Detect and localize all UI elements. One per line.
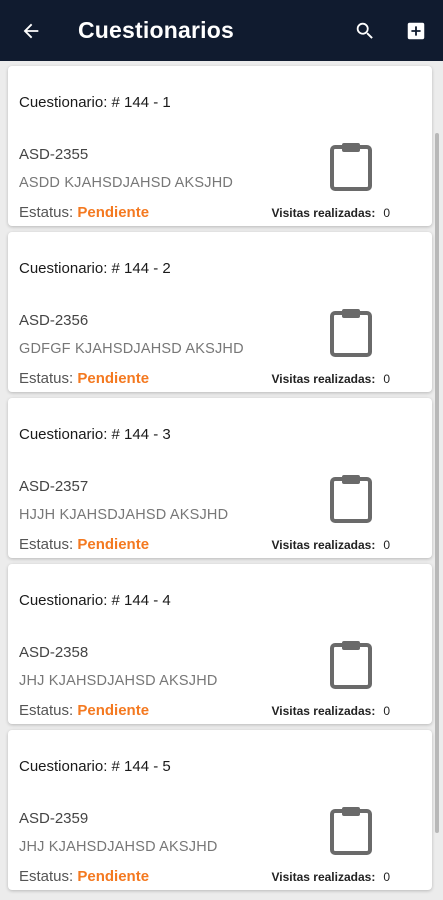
card-title: Cuestionario: # 144 - 3 [19, 426, 171, 443]
card-code: ASD-2358 [19, 644, 89, 661]
card-code: ASD-2359 [19, 810, 89, 827]
card-title: Cuestionario: # 144 - 5 [19, 758, 171, 775]
card-description: GDFGF KJAHSDJAHSD AKSJHD [19, 341, 244, 357]
card-code: ASD-2357 [19, 478, 89, 495]
status-row: Estatus: Pendiente [19, 868, 149, 885]
visits-value: 0 [383, 206, 390, 220]
card-code: ASD-2356 [19, 312, 89, 329]
card-description: JHJ KJAHSDJAHSD AKSJHD [19, 839, 218, 855]
search-button[interactable] [352, 18, 378, 44]
questionnaire-list[interactable]: Cuestionario: # 144 - 1 ASD-2355 ASDD KJ… [0, 61, 443, 900]
clipboard-icon[interactable] [329, 307, 373, 357]
visits-value: 0 [383, 538, 390, 552]
add-button[interactable] [404, 19, 428, 43]
clipboard-icon[interactable] [329, 805, 373, 855]
status-label: Estatus: [19, 204, 74, 221]
questionnaire-card[interactable]: Cuestionario: # 144 - 2 ASD-2356 GDFGF K… [8, 232, 432, 392]
clipboard-icon[interactable] [329, 141, 373, 191]
back-button[interactable] [18, 18, 44, 44]
visits-value: 0 [383, 372, 390, 386]
questionnaire-card[interactable]: Cuestionario: # 144 - 3 ASD-2357 HJJH KJ… [8, 398, 432, 558]
page-title: Cuestionarios [78, 17, 234, 43]
clipboard-icon[interactable] [329, 473, 373, 523]
card-title: Cuestionario: # 144 - 1 [19, 94, 171, 111]
visits-value: 0 [383, 704, 390, 718]
visits-row: Visitas realizadas: 0 [271, 870, 390, 884]
status-label: Estatus: [19, 370, 74, 387]
status-row: Estatus: Pendiente [19, 702, 149, 719]
search-icon [356, 22, 373, 39]
visits-label: Visitas realizadas: [271, 870, 376, 884]
visits-row: Visitas realizadas: 0 [271, 538, 390, 552]
visits-row: Visitas realizadas: 0 [271, 206, 390, 220]
status-value: Pendiente [77, 370, 150, 387]
scrollbar[interactable] [435, 133, 439, 833]
status-value: Pendiente [77, 204, 150, 221]
status-value: Pendiente [77, 536, 150, 553]
card-title: Cuestionario: # 144 - 4 [19, 592, 171, 609]
status-value: Pendiente [77, 702, 150, 719]
questionnaire-card[interactable]: Cuestionario: # 144 - 4 ASD-2358 JHJ KJA… [8, 564, 432, 724]
clipboard-icon[interactable] [329, 639, 373, 689]
status-label: Estatus: [19, 536, 74, 553]
card-title: Cuestionario: # 144 - 2 [19, 260, 171, 277]
status-row: Estatus: Pendiente [19, 536, 149, 553]
visits-row: Visitas realizadas: 0 [271, 372, 390, 386]
card-description: JHJ KJAHSDJAHSD AKSJHD [19, 673, 218, 689]
status-row: Estatus: Pendiente [19, 370, 149, 387]
visits-label: Visitas realizadas: [271, 704, 376, 718]
card-description: ASDD KJAHSDJAHSD AKSJHD [19, 175, 234, 191]
card-description: HJJH KJAHSDJAHSD AKSJHD [19, 507, 229, 523]
visits-value: 0 [383, 870, 390, 884]
add-box-icon [407, 22, 425, 40]
status-value: Pendiente [77, 868, 150, 885]
status-label: Estatus: [19, 868, 74, 885]
visits-label: Visitas realizadas: [271, 206, 376, 220]
visits-label: Visitas realizadas: [271, 538, 376, 552]
arrow-back-icon [23, 23, 39, 39]
app-bar: Cuestionarios [0, 0, 443, 61]
questionnaire-card[interactable]: Cuestionario: # 144 - 1 ASD-2355 ASDD KJ… [8, 66, 432, 226]
status-row: Estatus: Pendiente [19, 204, 149, 221]
status-label: Estatus: [19, 702, 74, 719]
visits-label: Visitas realizadas: [271, 372, 376, 386]
visits-row: Visitas realizadas: 0 [271, 704, 390, 718]
card-code: ASD-2355 [19, 146, 89, 163]
questionnaire-card[interactable]: Cuestionario: # 144 - 5 ASD-2359 JHJ KJA… [8, 730, 432, 890]
